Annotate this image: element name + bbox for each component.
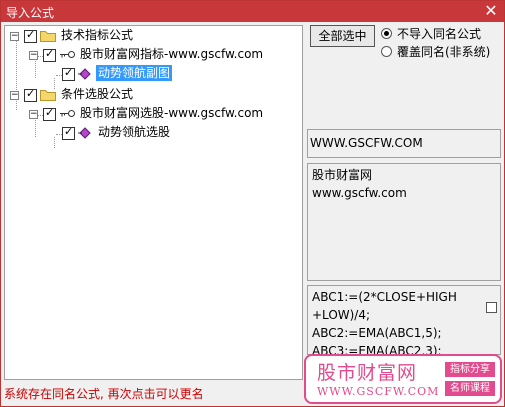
tree-group-technical[interactable]: − 技术指标公式: [5, 27, 245, 45]
code-box[interactable]: ABC1:=(2*CLOSE+HIGH +LOW)/4; ABC2:=EMA(A…: [307, 285, 501, 355]
collapse-icon[interactable]: −: [10, 32, 19, 41]
description-text: 股市财富网 www.gscfw.com: [312, 168, 407, 200]
tree-subgroup-selection[interactable]: − 股市财富网选股-www.gscfw.com: [5, 105, 301, 123]
title-bar: 导入公式 ✕: [1, 1, 504, 22]
tree-group-label: 条件选股公式: [61, 87, 134, 101]
watermark-tag: 名师课程: [445, 381, 495, 396]
tree-item-label: 动势领航选股: [98, 125, 171, 139]
tree-subgroup-indicator[interactable]: − 股市财富网指标-www.gscfw.com: [5, 46, 301, 64]
formula-tree: − 技术指标公式 − 股市财富网指标-www.gscfw.com 动势领航副图 …: [4, 25, 303, 380]
group-checkbox[interactable]: [24, 28, 37, 43]
status-message: 系统存在同名公式, 再次点击可以更名: [4, 387, 204, 401]
formula-diamond-icon: [78, 68, 91, 80]
watermark-url: WWW.GSCFW.COM: [317, 385, 440, 398]
subgroup-checkbox[interactable]: [43, 106, 56, 121]
formula-diamond-icon: [78, 127, 91, 139]
source-box: WWW.GSCFW.COM: [307, 129, 501, 158]
folder-icon: [40, 31, 56, 42]
collapse-icon[interactable]: −: [10, 91, 19, 100]
key-icon: [60, 110, 75, 117]
select-all-button[interactable]: 全部选中: [310, 25, 375, 47]
tree-group-stock-selection[interactable]: − 条件选股公式: [5, 86, 245, 104]
tree-item-formula[interactable]: 动势领航副图: [5, 65, 205, 83]
radio-overwrite[interactable]: [381, 46, 392, 57]
subgroup-checkbox[interactable]: [43, 47, 56, 62]
collapse-icon[interactable]: −: [29, 110, 38, 119]
window-title: 导入公式: [6, 6, 55, 20]
key-icon: [60, 51, 75, 58]
item-checkbox[interactable]: [62, 125, 75, 140]
radio-skip-duplicates-label[interactable]: 不导入同名公式: [397, 27, 481, 41]
item-checkbox[interactable]: [62, 66, 75, 81]
source-text: WWW.GSCFW.COM: [310, 136, 423, 150]
tree-subgroup-label: 股市财富网指标-www.gscfw.com: [80, 47, 264, 61]
code-text: ABC1:=(2*CLOSE+HIGH +LOW)/4; ABC2:=EMA(A…: [312, 290, 457, 355]
tree-group-label: 技术指标公式: [61, 28, 134, 42]
tree-subgroup-label: 股市财富网选股-www.gscfw.com: [80, 106, 264, 120]
radio-skip-duplicates[interactable]: [381, 28, 392, 39]
folder-icon: [40, 90, 56, 101]
tree-item-label: 动势领航副图: [96, 65, 173, 81]
watermark-tag: 指标分享: [445, 362, 495, 377]
collapse-icon[interactable]: −: [29, 51, 38, 60]
tree-item-formula[interactable]: 动势领航选股: [5, 124, 205, 142]
description-box: 股市财富网 www.gscfw.com: [307, 163, 501, 281]
radio-overwrite-label[interactable]: 覆盖同名(非系统): [397, 45, 490, 59]
import-formula-dialog: 导入公式 ✕ − 技术指标公式 − 股市财富网指标-www.gscfw.com …: [0, 0, 505, 407]
watermark-name: 股市财富网: [317, 362, 418, 384]
close-icon[interactable]: ✕: [483, 2, 499, 20]
group-checkbox[interactable]: [24, 87, 37, 102]
watermark: 股市财富网 WWW.GSCFW.COM 指标分享 名师课程: [304, 354, 502, 404]
code-checkbox[interactable]: [486, 302, 497, 313]
